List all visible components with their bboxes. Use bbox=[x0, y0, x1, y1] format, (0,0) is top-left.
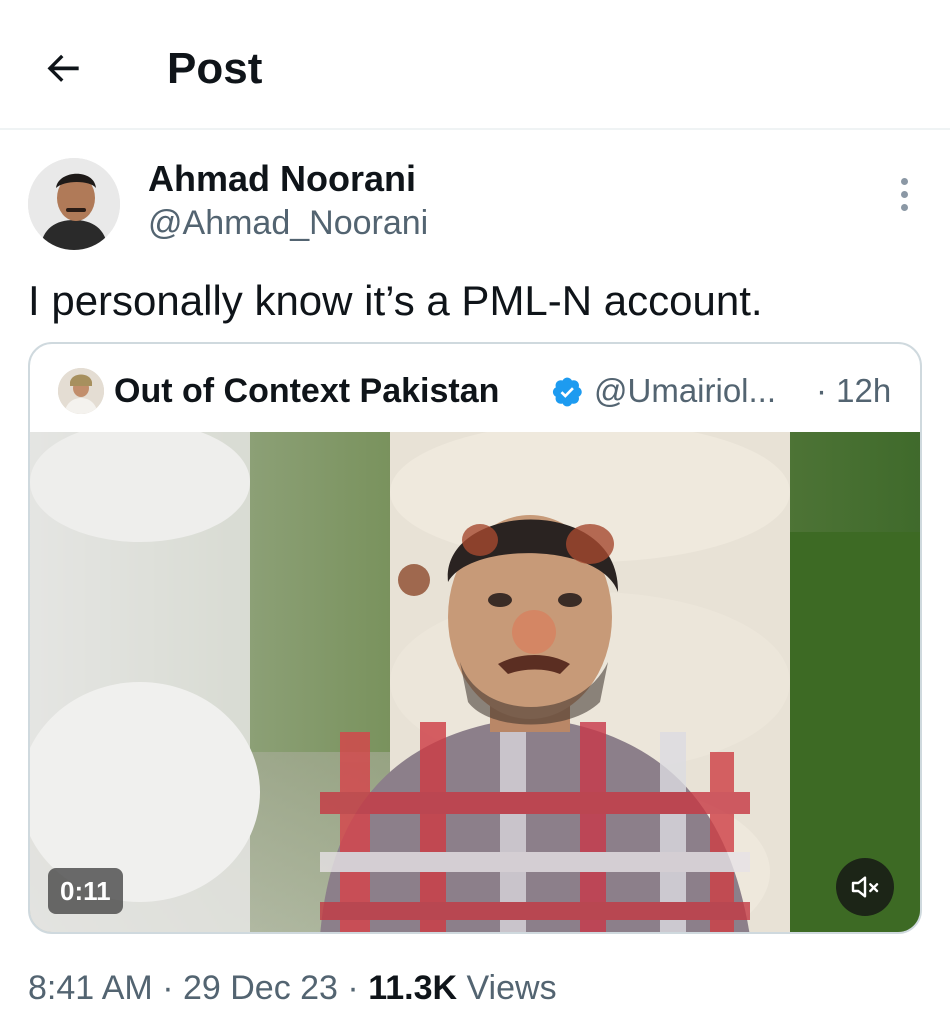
post-metadata: 8:41 AM · 29 Dec 23 · 11.3K Views bbox=[28, 966, 557, 1010]
video-frame bbox=[30, 432, 920, 932]
quoted-post-card[interactable]: Out of Context Pakistan @Umairiol... · 1… bbox=[28, 342, 922, 934]
back-button[interactable] bbox=[36, 40, 92, 96]
quoted-author-name[interactable]: Out of Context Pakistan bbox=[114, 371, 499, 411]
page-title: Post bbox=[167, 44, 263, 93]
mute-toggle-button[interactable] bbox=[836, 858, 894, 916]
post-date[interactable]: 29 Dec 23 bbox=[183, 969, 338, 1007]
separator: · bbox=[337, 969, 369, 1007]
author-avatar[interactable] bbox=[28, 158, 120, 250]
views-count[interactable]: 11.3K bbox=[368, 969, 457, 1007]
verified-badge-icon bbox=[552, 377, 582, 407]
post-time[interactable]: 8:41 AM bbox=[28, 969, 153, 1007]
quoted-post-time[interactable]: · 12h bbox=[816, 371, 891, 411]
video-duration: 0:11 bbox=[48, 868, 123, 914]
top-bar: Post bbox=[0, 0, 950, 130]
author-handle[interactable]: @Ahmad_Noorani bbox=[148, 202, 428, 244]
arrow-left-icon bbox=[47, 54, 79, 82]
video-player[interactable]: 0:11 bbox=[30, 432, 920, 932]
speaker-muted-icon bbox=[851, 876, 879, 898]
author-name[interactable]: Ahmad Noorani bbox=[148, 158, 416, 200]
quoted-post-header: Out of Context Pakistan @Umairiol... · 1… bbox=[30, 344, 920, 432]
separator: · bbox=[152, 969, 183, 1007]
views-label[interactable]: Views bbox=[457, 969, 556, 1007]
quoted-author-handle[interactable]: @Umairiol... bbox=[594, 371, 776, 411]
quoted-author-avatar[interactable] bbox=[58, 368, 104, 414]
more-options-button[interactable] bbox=[886, 172, 922, 216]
tweet-text: I personally know it’s a PML-N account. bbox=[28, 277, 763, 324]
more-vertical-icon bbox=[900, 177, 908, 185]
